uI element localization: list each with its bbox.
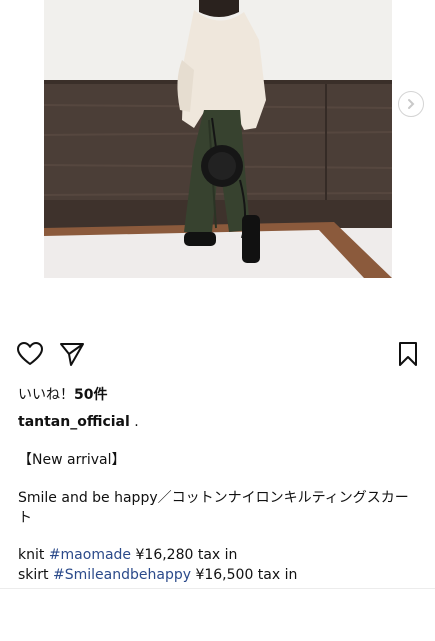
share-button[interactable] xyxy=(58,340,86,368)
chevron-right-icon xyxy=(408,99,415,109)
item-price: ¥16,280 tax in xyxy=(135,547,238,563)
post-actions-bar xyxy=(0,338,435,370)
next-image-button[interactable] xyxy=(398,91,424,117)
username-link[interactable]: tantan_official xyxy=(18,414,130,430)
post-image[interactable] xyxy=(44,0,392,278)
likes-label: いいね！ xyxy=(18,387,74,403)
paper-plane-icon xyxy=(60,343,84,366)
likes-number: 50件 xyxy=(74,387,108,403)
caption-item-knit: knit #maomade ¥16,280 tax in xyxy=(18,545,237,565)
likes-count[interactable]: いいね！50件 xyxy=(18,384,107,404)
item-label: knit xyxy=(18,547,45,563)
hashtag-link[interactable]: #maomade xyxy=(49,547,131,563)
heart-outline-icon xyxy=(17,342,43,365)
caption-title-line1: Smile and be happy／コットンナイロンキルティングスカー xyxy=(18,490,409,506)
caption-title-line2: ト xyxy=(18,510,32,526)
like-button[interactable] xyxy=(16,340,44,368)
hashtag-link[interactable]: #Smileandbehappy xyxy=(53,567,191,583)
caption-item-skirt: skirt #Smileandbehappy ¥16,500 tax in xyxy=(18,565,297,585)
caption-header: 【New arrival】 xyxy=(18,452,126,468)
username-suffix: . xyxy=(129,414,139,430)
bookmark-outline-icon xyxy=(399,342,417,366)
caption-user-line: tantan_official . xyxy=(18,412,139,432)
save-button[interactable] xyxy=(394,340,422,368)
item-price: ¥16,500 tax in xyxy=(195,567,298,583)
bottom-overlay-bar xyxy=(0,588,435,641)
item-label: skirt xyxy=(18,567,49,583)
